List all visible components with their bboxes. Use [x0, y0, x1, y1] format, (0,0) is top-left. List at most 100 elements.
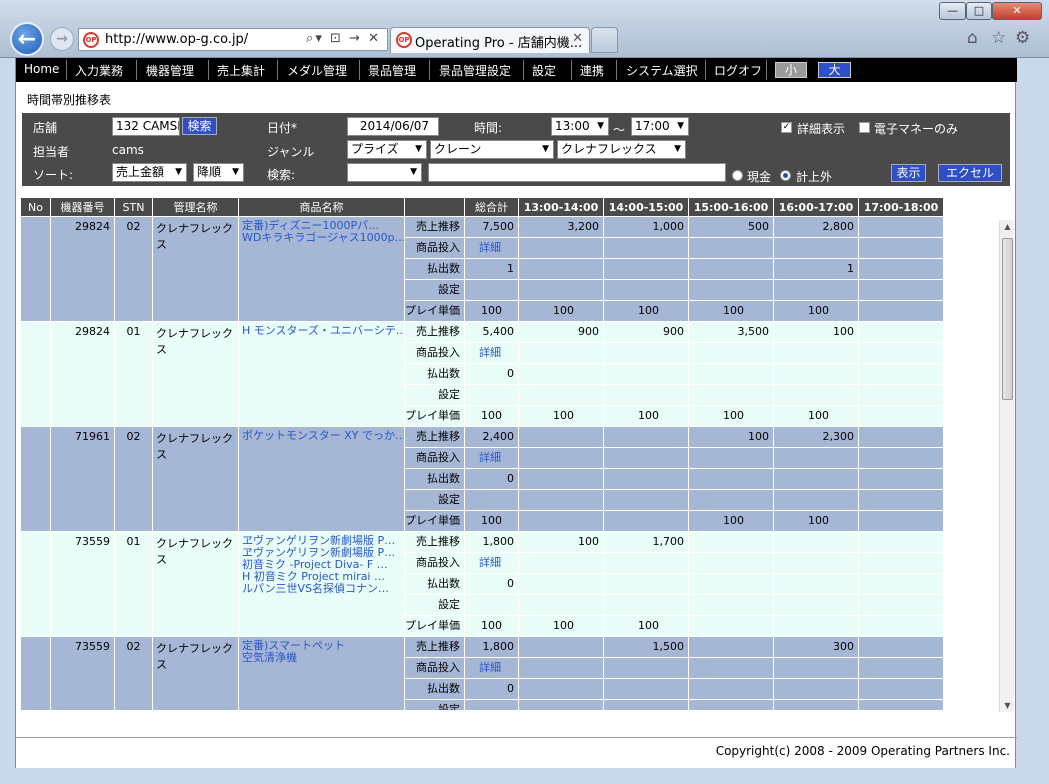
arrow-left-icon: ← [17, 27, 37, 52]
order-select[interactable]: 降順 ▼ [193, 163, 244, 182]
arrow-right-icon: → [56, 31, 68, 47]
stop-icon[interactable]: ✕ [368, 31, 381, 46]
menu-link[interactable]: 連携 [580, 62, 604, 79]
home-icon[interactable]: ⌂ [967, 28, 978, 48]
menu-input-work[interactable]: 入力業務 [75, 62, 123, 79]
close-window-button[interactable]: ✕ [992, 2, 1042, 20]
chevron-down-icon: ▼ [677, 121, 684, 131]
hour-value-cell: 900 [604, 322, 689, 343]
genre-select-3[interactable]: クレナフレックス ▼ [557, 140, 686, 159]
tab-close-icon[interactable]: ✕ [572, 31, 583, 46]
gear-icon[interactable]: ⚙ [1015, 28, 1030, 48]
hour-value-cell: 100 [519, 532, 604, 553]
chevron-down-icon: ▼ [410, 167, 417, 177]
scroll-up-icon[interactable]: ▲ [1000, 222, 1015, 231]
back-button[interactable]: ← [10, 22, 44, 56]
row-label: 売上推移 [405, 532, 465, 553]
mgmt-name-cell: クレナフレックス [153, 217, 239, 322]
menu-prize-settings[interactable]: 景品管理設定 [439, 62, 511, 79]
maximize-button[interactable]: □ [966, 2, 992, 20]
vertical-scrollbar[interactable]: ▲ ▼ [999, 220, 1014, 712]
row-label: 設定 [405, 385, 465, 406]
row-label: 払出数 [405, 469, 465, 490]
font-size-small-button[interactable]: 小 [775, 62, 807, 78]
scroll-down-icon[interactable]: ▼ [1000, 701, 1015, 710]
store-input[interactable]: 132 CAMSD [112, 117, 180, 136]
search-field-select[interactable]: ▼ [347, 163, 422, 182]
forward-button[interactable]: → [50, 27, 74, 51]
menu-home[interactable]: Home [24, 62, 59, 76]
browser-tab[interactable]: OP Operating Pro - 店舗内機... ✕ [390, 27, 590, 53]
product-name-link[interactable]: ルパン三世VS名探偵コナン… [242, 583, 404, 595]
hour-value-cell [604, 448, 689, 469]
product-name-link[interactable]: 空気清浄機 [242, 652, 404, 664]
time-from-select[interactable]: 13:00 ▼ [551, 117, 609, 136]
hour-value-cell [689, 343, 774, 364]
hour-value-cell: 1,700 [604, 532, 689, 553]
menu-logoff[interactable]: ログオフ [714, 62, 762, 79]
external-label: 計上外 [796, 170, 833, 184]
refresh-icon[interactable]: → [349, 31, 362, 46]
cash-radio[interactable] [732, 170, 743, 181]
show-button[interactable]: 表示 [891, 164, 926, 182]
hour-value-cell [774, 448, 859, 469]
total-cell: 100 [465, 616, 519, 637]
store-search-button[interactable]: 検索 [182, 117, 217, 135]
product-name-link[interactable]: H モンスターズ・ユニバーシテ… [242, 325, 404, 337]
address-bar-icons: ⌕▾ ⊡ → ✕ [306, 31, 381, 46]
sort-select[interactable]: 売上金額 ▼ [112, 163, 187, 182]
menu-prize-mgmt[interactable]: 景品管理 [368, 62, 416, 79]
product-name-link[interactable]: ポケットモンスター XY でっか… [242, 430, 404, 442]
hour-value-cell [689, 490, 774, 511]
detail-link[interactable]: 詳細 [465, 658, 519, 679]
detail-link[interactable]: 詳細 [465, 553, 519, 574]
hour-value-cell [519, 238, 604, 259]
address-bar[interactable]: OP http://www.op-g.co.jp/ ⌕▾ ⊡ → ✕ [78, 28, 388, 51]
time-from-value: 13:00 [555, 119, 590, 133]
hour-value-cell [689, 448, 774, 469]
new-tab-button[interactable] [591, 27, 618, 53]
row-label: 商品投入 [405, 553, 465, 574]
favorites-star-icon[interactable]: ☆ [991, 28, 1006, 48]
external-radio[interactable] [780, 170, 791, 181]
genre-select-2[interactable]: クレーン ▼ [430, 140, 554, 159]
hour-value-cell [859, 259, 944, 280]
font-size-large-button[interactable]: 大 [818, 62, 851, 78]
hour-value-cell [689, 469, 774, 490]
detail-link[interactable]: 詳細 [465, 343, 519, 364]
scroll-thumb[interactable] [1002, 238, 1013, 400]
row-label: 商品投入 [405, 448, 465, 469]
menu-divider [66, 60, 67, 80]
product-name-link[interactable]: WDキラキラゴージャス1000p… [242, 232, 404, 244]
menu-medal-mgmt[interactable]: メダル管理 [287, 62, 347, 79]
emoney-checkbox[interactable] [859, 122, 870, 133]
detail-link[interactable]: 詳細 [465, 448, 519, 469]
hour-value-cell [519, 259, 604, 280]
hour-value-cell [604, 427, 689, 448]
url-text[interactable]: http://www.op-g.co.jp/ [105, 32, 248, 47]
minimize-button[interactable]: — [939, 2, 966, 20]
order-value: 降順 [197, 165, 222, 179]
row-label: プレイ単価 [405, 511, 465, 532]
hour-value-cell [519, 637, 604, 658]
menu-machine-mgmt[interactable]: 機器管理 [146, 62, 194, 79]
hour-value-cell [519, 658, 604, 679]
search-icon[interactable]: ⌕ [306, 31, 315, 46]
search-input[interactable] [428, 163, 726, 182]
total-cell: 1,800 [465, 637, 519, 658]
genre-select-1[interactable]: プライズ ▼ [347, 140, 427, 159]
detail-checkbox[interactable]: ✓ [781, 122, 792, 133]
lock-icon[interactable]: ⊡ [330, 31, 343, 46]
menu-settings[interactable]: 設定 [532, 62, 556, 79]
time-to-select[interactable]: 17:00 ▼ [631, 117, 689, 136]
hour-value-cell: 500 [689, 217, 774, 238]
menu-system-select[interactable]: システム選択 [626, 62, 698, 79]
date-input[interactable]: 2014/06/07 [347, 117, 439, 136]
chevron-down-icon: ▼ [415, 144, 422, 154]
detail-link[interactable]: 詳細 [465, 238, 519, 259]
hour-value-cell [604, 385, 689, 406]
hour-value-cell [519, 490, 604, 511]
menu-sales-summary[interactable]: 売上集計 [217, 62, 265, 79]
page-title: 時間帯別推移表 [27, 93, 112, 107]
excel-button[interactable]: エクセル [938, 164, 1002, 182]
